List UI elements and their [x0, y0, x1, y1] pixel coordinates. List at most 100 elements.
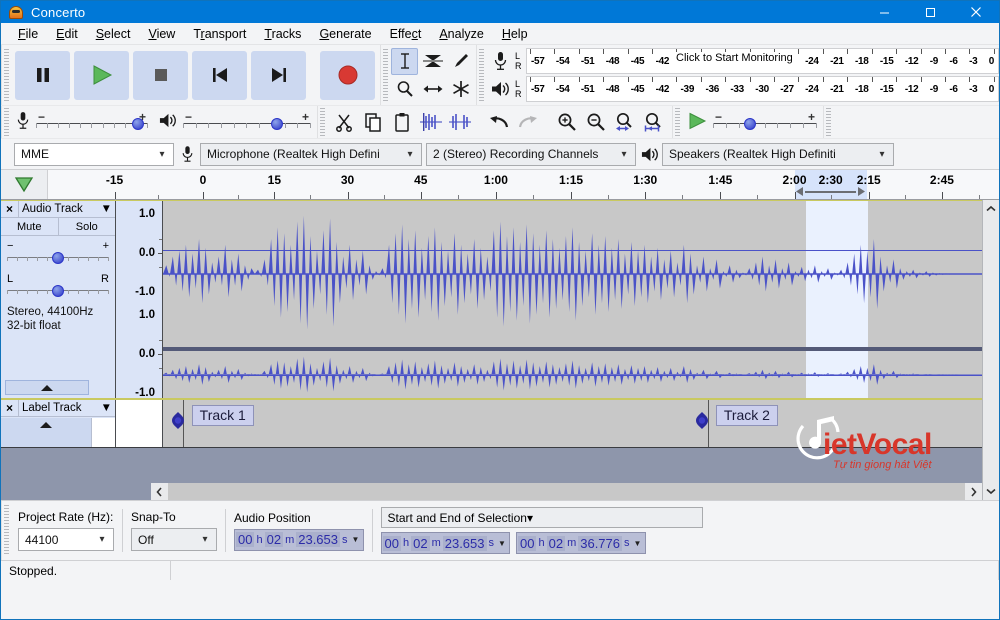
- label-track[interactable]: × Label Track ▼ Track 1 Track 2: [1, 400, 982, 448]
- collapse-up-icon[interactable]: [5, 380, 89, 395]
- skip-to-start-button[interactable]: [192, 50, 247, 100]
- project-rate-select[interactable]: 44100 ▾: [18, 528, 114, 551]
- waveform-left-channel[interactable]: [163, 201, 982, 347]
- playback-meter-toolbar[interactable]: L R -57 -54 -51 -48 -45 -42 -39 -36 -33 -30 -27 -24…: [485, 76, 999, 102]
- dock-end-grip[interactable]: [823, 106, 832, 138]
- silence-audio-button[interactable]: [446, 108, 474, 136]
- menu-view[interactable]: View: [139, 25, 184, 43]
- menu-tracks[interactable]: Tracks: [255, 25, 310, 43]
- collapse-up-icon[interactable]: [1, 418, 92, 447]
- menu-edit[interactable]: Edit: [47, 25, 87, 43]
- meter-toolbar-grip[interactable]: [476, 45, 485, 105]
- waveform-right-channel[interactable]: [163, 351, 982, 398]
- audio-position-field[interactable]: 00 h 02 m 23.653 s ▼: [234, 528, 364, 551]
- close-icon[interactable]: [953, 1, 999, 23]
- scroll-down-icon[interactable]: [983, 483, 999, 500]
- horizontal-scrollbar-track[interactable]: [168, 483, 965, 500]
- play-speed-slider[interactable]: − +: [713, 110, 817, 133]
- recording-volume-knob[interactable]: [132, 118, 145, 130]
- paste-button[interactable]: [388, 108, 416, 136]
- transport-toolbar-grip[interactable]: [1, 45, 10, 105]
- tools-toolbar-grip[interactable]: [380, 45, 389, 105]
- menu-analyze[interactable]: Analyze: [430, 25, 492, 43]
- horizontal-scrollbar[interactable]: [1, 483, 982, 500]
- time-shift-tool[interactable]: [419, 76, 446, 103]
- copy-button[interactable]: [359, 108, 387, 136]
- menu-generate[interactable]: Generate: [310, 25, 380, 43]
- skip-to-end-button[interactable]: [251, 50, 306, 100]
- menu-select[interactable]: Select: [87, 25, 140, 43]
- play-speed-toolbar-grip[interactable]: [672, 106, 681, 138]
- gain-slider[interactable]: − +: [7, 240, 109, 266]
- audio-host-select[interactable]: MME ▾: [14, 142, 174, 166]
- pan-slider[interactable]: L R: [7, 273, 109, 299]
- menu-help[interactable]: Help: [493, 25, 537, 43]
- record-meter-bar[interactable]: -57-54-51-48-45-42-39-36-33-30-27-24-21-…: [526, 48, 999, 74]
- close-track-icon[interactable]: ×: [1, 400, 19, 416]
- selection-start-field[interactable]: 00 h 02 m 23.653 s ▼: [380, 532, 510, 554]
- recording-volume-slider[interactable]: − +: [36, 110, 148, 133]
- zoom-in-button[interactable]: [553, 108, 581, 136]
- selection-end-field[interactable]: 00 h 02 m 36.776 s ▼: [516, 532, 646, 554]
- close-track-icon[interactable]: ×: [1, 201, 19, 217]
- playback-volume-slider[interactable]: − +: [183, 110, 311, 133]
- multi-tool[interactable]: [447, 76, 474, 103]
- chevron-down-icon[interactable]: ▼: [632, 539, 644, 548]
- record-button[interactable]: [320, 50, 375, 100]
- gain-knob[interactable]: [51, 252, 64, 264]
- mute-button[interactable]: Mute: [1, 218, 59, 235]
- play-at-speed-button[interactable]: [687, 112, 707, 133]
- label-track-name-menu[interactable]: Label Track ▼: [19, 400, 115, 416]
- chevron-down-icon[interactable]: ▼: [496, 539, 508, 548]
- chevron-down-icon[interactable]: ▼: [101, 402, 112, 414]
- chevron-down-icon[interactable]: ▼: [350, 535, 362, 544]
- fit-selection-button[interactable]: [611, 108, 639, 136]
- scroll-up-icon[interactable]: [983, 200, 999, 217]
- fit-project-button[interactable]: [640, 108, 668, 136]
- pencil-tool[interactable]: [447, 48, 474, 75]
- stop-button[interactable]: [133, 50, 188, 100]
- scroll-right-icon[interactable]: [965, 483, 982, 500]
- recording-device-select[interactable]: Microphone (Realtek High Defini ▾: [200, 142, 422, 166]
- pinned-play-head-icon[interactable]: [1, 170, 48, 199]
- label-text[interactable]: Track 1: [191, 405, 254, 426]
- label-text[interactable]: Track 2: [715, 405, 778, 426]
- maximize-icon[interactable]: [907, 1, 953, 23]
- selection-toolbar-grip[interactable]: [1, 501, 10, 560]
- edit-toolbar-grip[interactable]: [317, 106, 326, 138]
- minimize-icon[interactable]: [861, 1, 907, 23]
- play-meter-bar[interactable]: -57 -54 -51 -48 -45 -42 -39 -36 -33 -30 -27 -24 -21-…: [526, 76, 999, 102]
- menu-file[interactable]: File: [9, 25, 47, 43]
- zoom-tool[interactable]: [391, 76, 418, 103]
- solo-button[interactable]: Solo: [58, 218, 115, 235]
- label-handle-icon[interactable]: [695, 412, 709, 429]
- mixer-toolbar-grip[interactable]: [1, 106, 10, 138]
- selection-mode-select[interactable]: Start and End of Selection ▾: [380, 507, 703, 528]
- scroll-left-icon[interactable]: [151, 483, 168, 500]
- envelope-tool[interactable]: [419, 48, 446, 75]
- audio-track[interactable]: × Audio Track ▼ Mute Solo − + L R Stereo…: [1, 200, 982, 400]
- menu-effect[interactable]: Effect: [381, 25, 431, 43]
- audio-track-control-panel[interactable]: × Audio Track ▼ Mute Solo − + L R Stereo…: [1, 201, 116, 398]
- vertical-scrollbar-track[interactable]: [983, 217, 999, 483]
- cut-button[interactable]: [330, 108, 358, 136]
- label-track-body[interactable]: Track 1 Track 2: [163, 400, 982, 447]
- trim-audio-button[interactable]: [417, 108, 445, 136]
- label-track-control-panel[interactable]: × Label Track ▼: [1, 400, 116, 447]
- recording-meter-toolbar[interactable]: L R -57-54-51-48-45-42-39-36-33-30-27-24…: [485, 48, 999, 74]
- recording-channels-select[interactable]: 2 (Stereo) Recording Channels ▾: [426, 142, 636, 166]
- menu-transport[interactable]: Transport: [184, 25, 255, 43]
- chevron-down-icon[interactable]: ▼: [101, 203, 112, 215]
- audio-track-name-menu[interactable]: Audio Track ▼: [19, 201, 115, 217]
- play-button[interactable]: [74, 50, 129, 100]
- play-speed-knob[interactable]: [744, 118, 757, 130]
- pause-button[interactable]: [15, 50, 70, 100]
- snap-to-select[interactable]: Off ▾: [131, 528, 217, 551]
- timeline-ruler[interactable]: -15 0 15 30 45 1:00 1:15 1:30 1:45 2:00 …: [48, 170, 999, 199]
- vertical-scrollbar[interactable]: [982, 200, 999, 500]
- zoom-out-button[interactable]: [582, 108, 610, 136]
- undo-button[interactable]: [485, 108, 513, 136]
- redo-button[interactable]: [514, 108, 542, 136]
- selection-tool[interactable]: [391, 47, 418, 75]
- playback-device-select[interactable]: Speakers (Realtek High Definiti ▾: [662, 142, 894, 166]
